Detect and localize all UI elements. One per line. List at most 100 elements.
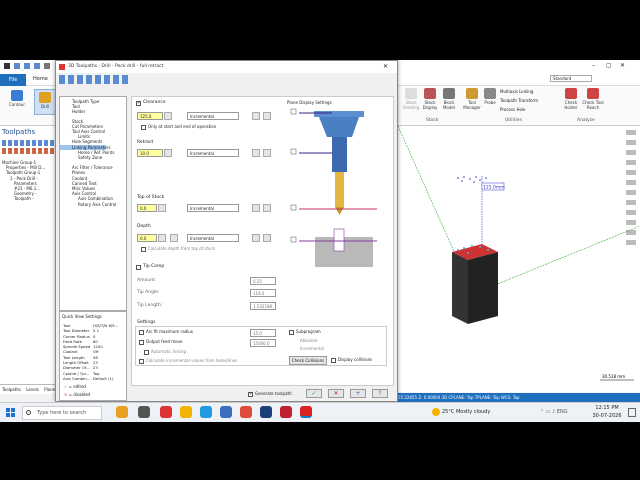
tray-icons[interactable]: ⌃ ▭ ♪ ENG: [540, 409, 568, 415]
display-collisions-checkbox[interactable]: [331, 358, 336, 363]
drill-button[interactable]: Drill: [34, 89, 56, 115]
retract-plane-checkbox[interactable]: [290, 148, 297, 155]
check-tool-reach-button[interactable]: Check Tool Reach: [582, 88, 604, 110]
maximize-icon[interactable]: ▢: [606, 62, 612, 69]
clock-date[interactable]: 30-07-2026: [592, 413, 622, 419]
retract-mode-select[interactable]: Incremental: [187, 149, 239, 157]
depth-pick-button[interactable]: [252, 234, 260, 242]
clearance-pick-button[interactable]: [252, 112, 260, 120]
clearance-clear-button[interactable]: [263, 112, 271, 120]
help-button[interactable]: ?: [372, 389, 388, 398]
multiaxis-linking-button[interactable]: Multiaxis Linking: [500, 89, 533, 94]
top-of-stock-pick-button[interactable]: [252, 204, 260, 212]
arc-fit-checkbox[interactable]: [139, 330, 144, 335]
check-collisions-button[interactable]: Check Collisions: [289, 356, 327, 365]
clearance-input[interactable]: 125.0: [137, 112, 163, 120]
toolpaths-toolbar[interactable]: [2, 140, 54, 146]
block-model-button[interactable]: Block Model: [441, 88, 457, 110]
incremental-radio[interactable]: Incremental: [300, 346, 324, 351]
tip-amount-input[interactable]: 0.25: [250, 277, 276, 285]
ok-button[interactable]: ✓: [306, 389, 322, 398]
tab-home[interactable]: Home: [33, 76, 48, 82]
view-style-select[interactable]: Standard: [550, 75, 592, 82]
toolpaths-toolbar-2[interactable]: [2, 148, 54, 154]
graphics-viewport[interactable]: 125.0mm 30.518 mm: [397, 125, 640, 392]
taskbar-search-input[interactable]: Type here to search: [22, 406, 102, 420]
output-feed-input[interactable]: 15000.0: [250, 339, 276, 347]
clearance-plane-checkbox[interactable]: [290, 108, 297, 115]
tree-item-rotary-axis-control[interactable]: Rotary Axis Control: [60, 202, 126, 207]
task-view-icon[interactable]: [138, 406, 150, 418]
probe-button[interactable]: Probe: [483, 88, 497, 105]
depth-mode-select[interactable]: Incremental: [187, 234, 239, 242]
right-quickbar[interactable]: [626, 130, 636, 250]
tip-length-input[interactable]: 1.532188: [250, 302, 276, 310]
subprogram-checkbox[interactable]: [289, 330, 294, 335]
top-of-stock-mode-select[interactable]: Incremental: [187, 204, 239, 212]
contour-button[interactable]: Contour: [4, 90, 30, 107]
windows-start-icon[interactable]: [6, 408, 15, 417]
weather-label[interactable]: 25°C Mostly cloudy: [442, 409, 490, 415]
minimize-icon[interactable]: –: [592, 62, 595, 69]
taskbar-app-icon[interactable]: [280, 406, 292, 418]
close-icon[interactable]: ✕: [620, 62, 625, 69]
top-of-stock-select-button[interactable]: [158, 204, 166, 212]
save-icon[interactable]: [14, 63, 20, 69]
clock-time[interactable]: 12:15 PM: [592, 405, 622, 411]
tab-levels[interactable]: Levels: [22, 387, 39, 392]
depth-plane-checkbox[interactable]: [290, 236, 297, 243]
dialog-close-icon[interactable]: ✕: [383, 63, 388, 70]
clearance-mode-select[interactable]: Incremental: [187, 112, 239, 120]
notification-icon[interactable]: [628, 408, 636, 417]
arc-fit-input[interactable]: 15.0: [250, 329, 276, 337]
tree-item-holder[interactable]: Holder: [60, 109, 126, 114]
file-explorer-icon[interactable]: [180, 406, 192, 418]
taskbar-app-icon[interactable]: [220, 406, 232, 418]
tool-manager-button[interactable]: Tool Manager: [463, 88, 481, 110]
absolute-radio[interactable]: Absolute: [300, 338, 317, 343]
retract-select-button[interactable]: [164, 149, 172, 157]
stock-shading-button[interactable]: Stock Shading: [403, 88, 419, 110]
tip-angle-input[interactable]: 118.0: [250, 289, 276, 297]
mastercam-taskbar-icon[interactable]: [300, 406, 312, 418]
tab-toolpaths[interactable]: Toolpaths: [0, 387, 21, 392]
only-start-end-checkbox[interactable]: [141, 125, 146, 130]
retract-clear-button[interactable]: [263, 149, 271, 157]
depth-clear-button[interactable]: [263, 234, 271, 242]
tab-file[interactable]: File: [0, 74, 26, 86]
tip-comp-checkbox[interactable]: [136, 265, 141, 270]
depth-calc-button[interactable]: [170, 234, 178, 242]
cancel-button[interactable]: ✕: [328, 389, 344, 398]
stock-display-button[interactable]: Stock Display: [422, 88, 438, 110]
auto-linking-checkbox[interactable]: [144, 350, 149, 355]
apply-button[interactable]: +: [350, 389, 366, 398]
top-of-stock-input[interactable]: 0.0: [137, 204, 157, 212]
top-of-stock-clear-button[interactable]: [263, 204, 271, 212]
taskbar-app-icon[interactable]: [260, 406, 272, 418]
edge-icon[interactable]: [200, 406, 212, 418]
clearance-select-button[interactable]: [164, 112, 172, 120]
chrome-icon[interactable]: [240, 406, 252, 418]
print-icon[interactable]: [34, 63, 40, 69]
top-stock-plane-checkbox[interactable]: [290, 204, 297, 211]
toolpath-transform-button[interactable]: Toolpath Transform: [500, 98, 538, 103]
clearance-checkbox[interactable]: [136, 100, 141, 106]
depth-input[interactable]: 0.0: [137, 234, 157, 242]
taskbar-app-icon[interactable]: [116, 406, 128, 418]
open-icon[interactable]: [24, 63, 30, 69]
retract-pick-button[interactable]: [252, 149, 260, 157]
taskbar-app-icon[interactable]: [160, 406, 172, 418]
viewport-canvas[interactable]: 125.0mm 30.518 mm: [397, 125, 640, 392]
generate-toolpath-checkbox[interactable]: [248, 391, 253, 397]
retract-input[interactable]: 10.0: [137, 149, 163, 157]
dialog-toolbar[interactable]: [59, 75, 129, 84]
tree-item-toolpath-type[interactable]: Toolpath Type: [60, 97, 126, 104]
tree-item-safety-zone[interactable]: Safety Zone: [60, 155, 126, 160]
depth-select-button[interactable]: [158, 234, 166, 242]
output-feed-checkbox[interactable]: [139, 340, 144, 345]
process-hole-button[interactable]: Process Hole: [500, 107, 525, 112]
tree-item[interactable]: Toolpath Group-1: [2, 170, 45, 175]
undo-icon[interactable]: [44, 63, 50, 69]
tree-item[interactable]: Toolpath -: [2, 196, 45, 201]
check-holder-button[interactable]: Check Holder: [562, 88, 580, 110]
